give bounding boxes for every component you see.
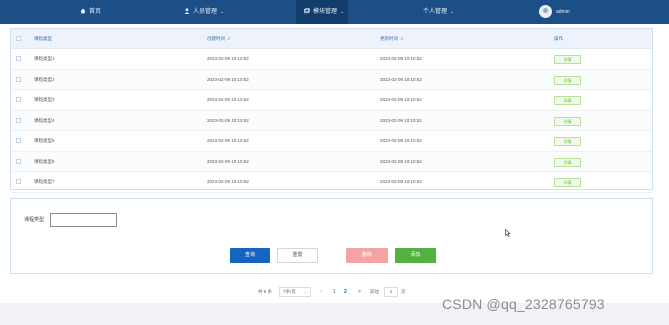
cell-created: 2023-02-09 10:10:52 bbox=[207, 56, 249, 61]
nav-modules-label: 模块管理 bbox=[313, 9, 338, 15]
home-icon bbox=[80, 9, 86, 14]
cell-updated: 2023-02-09 10:10:52 bbox=[380, 117, 422, 123]
table-row: 课程类型5 2023-02-09 10:10:52 2023-02-09 10:10… bbox=[11, 131, 652, 152]
row-checkbox[interactable] bbox=[16, 56, 21, 61]
cell-updated: 2023-02-09 10:10:52 bbox=[380, 158, 422, 164]
prev-page-button[interactable]: < bbox=[320, 287, 323, 297]
table-row: 课程类型7 2023-02-09 10:10:52 2023-02-09 10:10… bbox=[11, 172, 652, 193]
row-checkbox[interactable] bbox=[16, 138, 21, 143]
cell-course-type: 课程类型4 bbox=[34, 117, 55, 123]
add-button[interactable]: 添加 bbox=[395, 248, 436, 263]
nav-personal[interactable]: 个人管理 ⌄ bbox=[423, 0, 454, 24]
reset-button[interactable]: 重置 bbox=[277, 248, 318, 263]
nav-home-label: 首页 bbox=[89, 9, 102, 15]
detail-button[interactable]: 详情 bbox=[554, 96, 581, 105]
chevron-down-icon: ⌄ bbox=[450, 9, 455, 15]
user-icon bbox=[184, 8, 190, 15]
select-all-checkbox[interactable] bbox=[16, 36, 21, 41]
page-size-select[interactable]: 7条/页 ⌄ bbox=[279, 287, 311, 297]
cell-created: 2023-02-09 10:10:52 bbox=[207, 117, 249, 123]
cell-updated: 2023-02-09 10:10:52 bbox=[380, 138, 422, 143]
detail-button[interactable]: 详情 bbox=[554, 137, 581, 146]
watermark: CSDN @qq_2328765793 bbox=[442, 296, 605, 312]
data-table: 课程类型 创建时间 ⇵ 更新时间 ⇵ 操作 课程类型1 2023-02-09 10:1… bbox=[10, 28, 653, 193]
cell-course-type: 课程类型1 bbox=[34, 56, 55, 61]
detail-button[interactable]: 详情 bbox=[554, 157, 581, 167]
cell-updated: 2023-02-09 10:10:52 bbox=[380, 56, 422, 61]
next-page-button[interactable]: > bbox=[358, 287, 361, 297]
mouse-cursor-icon bbox=[505, 229, 511, 237]
header-created[interactable]: 创建时间 ⇵ bbox=[207, 29, 230, 49]
cell-updated: 2023-02-09 10:10:52 bbox=[380, 97, 422, 102]
page-1[interactable]: 1 bbox=[333, 287, 336, 297]
table-row: 课程类型4 2023-02-09 10:10:52 2023-02-09 10:10… bbox=[11, 110, 652, 131]
cell-course-type: 课程类型5 bbox=[34, 138, 55, 143]
cell-created: 2023-02-09 10:10:52 bbox=[207, 97, 249, 102]
cell-created: 2023-02-09 10:10:52 bbox=[207, 76, 249, 82]
cell-created: 2023-02-09 10:10:52 bbox=[207, 138, 249, 143]
pagination-total: 共 8 条 bbox=[258, 289, 273, 294]
search-panel: 课程类型 查询 重置 删除 添加 bbox=[10, 198, 653, 274]
chevron-down-icon: ⌄ bbox=[220, 9, 225, 15]
nav-home[interactable]: 首页 bbox=[80, 0, 101, 24]
page-2[interactable]: 2 bbox=[344, 287, 347, 297]
nav-personal-label: 个人管理 bbox=[423, 9, 448, 15]
cell-course-type: 课程类型2 bbox=[34, 76, 55, 82]
cell-course-type: 课程类型6 bbox=[34, 158, 55, 164]
cell-course-type: 课程类型7 bbox=[34, 179, 55, 184]
nav-personnel-label: 人员管理 bbox=[193, 9, 218, 15]
sort-icon[interactable]: ⇵ bbox=[227, 36, 230, 41]
query-button[interactable]: 查询 bbox=[230, 248, 270, 263]
cell-created: 2023-02-09 10:10:52 bbox=[207, 158, 249, 164]
row-checkbox[interactable] bbox=[16, 179, 21, 184]
detail-button[interactable]: 详情 bbox=[554, 75, 581, 85]
detail-button[interactable]: 详情 bbox=[554, 116, 581, 126]
chevron-down-icon: ⌄ bbox=[340, 9, 345, 15]
header-updated[interactable]: 更新时间 ⇵ bbox=[380, 29, 403, 49]
table-row: 课程类型6 2023-02-09 10:10:52 2023-02-09 10:10… bbox=[11, 151, 652, 172]
nav-personnel[interactable]: 人员管理 ⌄ bbox=[184, 0, 224, 24]
row-checkbox[interactable] bbox=[16, 97, 21, 102]
header-course-type: 课程类型 bbox=[34, 36, 52, 41]
chevron-down-icon: ⌄ bbox=[303, 289, 307, 294]
detail-button[interactable]: 详情 bbox=[554, 178, 581, 187]
table-header: 课程类型 创建时间 ⇵ 更新时间 ⇵ 操作 bbox=[11, 29, 652, 49]
goto-unit: 页 bbox=[401, 289, 406, 294]
table-row: 课程类型1 2023-02-09 10:10:52 2023-02-09 10:10… bbox=[11, 49, 652, 70]
cell-created: 2023-02-09 10:10:52 bbox=[207, 179, 249, 184]
top-nav: 首页 人员管理 ⌄ 模块管理 ⌄ 个人管理 ⌄ admin bbox=[0, 0, 669, 24]
nav-modules[interactable]: 模块管理 ⌄ bbox=[296, 0, 348, 24]
header-action: 操作 bbox=[554, 36, 563, 41]
cell-course-type: 课程类型3 bbox=[34, 97, 55, 102]
table-row: 课程类型3 2023-02-09 10:10:52 2023-02-09 10:10… bbox=[11, 90, 652, 111]
avatar[interactable] bbox=[539, 5, 552, 18]
row-checkbox[interactable] bbox=[16, 117, 21, 123]
table-row: 课程类型2 2023-02-09 10:10:52 2023-02-09 10:10… bbox=[11, 69, 652, 90]
goto-label: 前往 bbox=[370, 289, 379, 294]
detail-button[interactable]: 详情 bbox=[554, 55, 581, 64]
user-name[interactable]: admin bbox=[556, 0, 570, 24]
row-checkbox[interactable] bbox=[16, 158, 21, 164]
search-input[interactable] bbox=[50, 213, 117, 227]
sort-icon[interactable]: ⇵ bbox=[400, 36, 403, 41]
goto-page-input[interactable]: 1 bbox=[384, 287, 398, 297]
cell-updated: 2023-02-09 10:10:52 bbox=[380, 179, 422, 184]
delete-button[interactable]: 删除 bbox=[346, 248, 388, 263]
row-checkbox[interactable] bbox=[16, 76, 21, 82]
search-label: 课程类型 bbox=[24, 217, 45, 223]
module-icon bbox=[304, 8, 310, 14]
cell-updated: 2023-02-09 10:10:52 bbox=[380, 76, 422, 82]
